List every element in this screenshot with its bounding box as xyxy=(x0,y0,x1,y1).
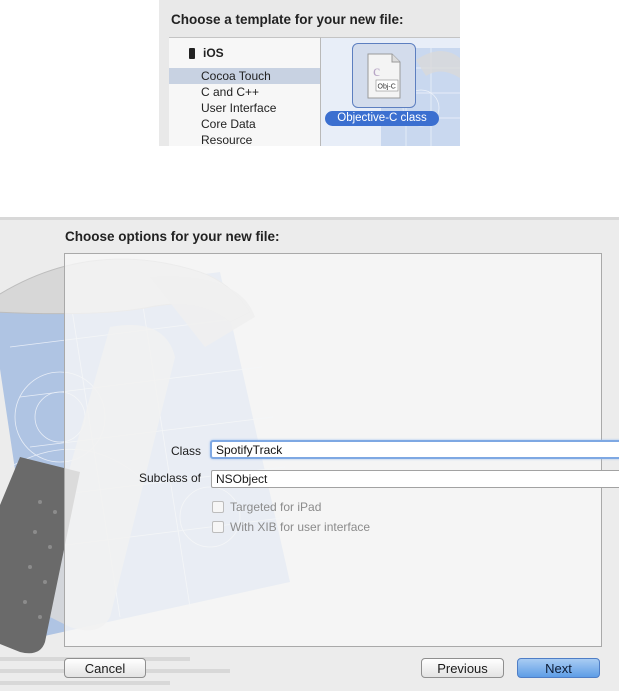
selected-template-label[interactable]: Objective-C class xyxy=(325,111,439,126)
category-core-data[interactable]: Core Data xyxy=(169,116,320,132)
category-cocoa-touch[interactable]: Cocoa Touch xyxy=(169,68,320,84)
platform-label: iOS xyxy=(203,46,224,60)
class-name-field[interactable] xyxy=(210,440,619,459)
next-button[interactable]: Next xyxy=(517,658,600,678)
targeted-for-ipad-label: Targeted for iPad xyxy=(230,500,322,514)
subclass-select-value: NSObject xyxy=(216,472,268,486)
category-user-interface[interactable]: User Interface xyxy=(169,100,320,116)
subclass-label: Subclass of xyxy=(138,471,201,485)
with-xib-checkbox[interactable] xyxy=(212,521,224,533)
platform-header: iOS xyxy=(189,46,224,60)
subclass-select[interactable]: NSObject ▼ xyxy=(211,470,619,488)
targeted-for-ipad-checkbox[interactable] xyxy=(212,501,224,513)
svg-text:Obj-C: Obj-C xyxy=(378,83,396,90)
iphone-icon xyxy=(189,47,195,59)
with-xib-option: With XIB for user interface xyxy=(212,520,370,534)
template-chooser-panel: Choose a template for your new file: iOS… xyxy=(159,0,460,146)
cancel-button[interactable]: Cancel xyxy=(64,658,146,678)
svg-text:c: c xyxy=(373,63,380,80)
objective-c-class-template[interactable]: c Obj-C xyxy=(352,43,416,108)
template-source-list: iOS Cocoa Touch C and C++ User Interface… xyxy=(169,37,321,146)
options-form-panel: Class Subclass of NSObject ▼ Targeted fo… xyxy=(64,253,619,647)
template-chooser-title: Choose a template for your new file: xyxy=(171,12,404,27)
template-grid: c Obj-C Objective-C class xyxy=(321,37,460,146)
options-sheet: Choose options for your new file: Class … xyxy=(0,217,619,691)
category-c-and-cpp[interactable]: C and C++ xyxy=(169,84,320,100)
targeted-for-ipad-option: Targeted for iPad xyxy=(212,500,321,514)
with-xib-label: With XIB for user interface xyxy=(230,520,371,534)
previous-button[interactable]: Previous xyxy=(421,658,504,678)
options-sheet-title: Choose options for your new file: xyxy=(65,229,280,244)
class-label: Class xyxy=(170,444,201,458)
objc-file-icon: c Obj-C xyxy=(367,53,401,98)
category-resource[interactable]: Resource xyxy=(169,132,320,146)
